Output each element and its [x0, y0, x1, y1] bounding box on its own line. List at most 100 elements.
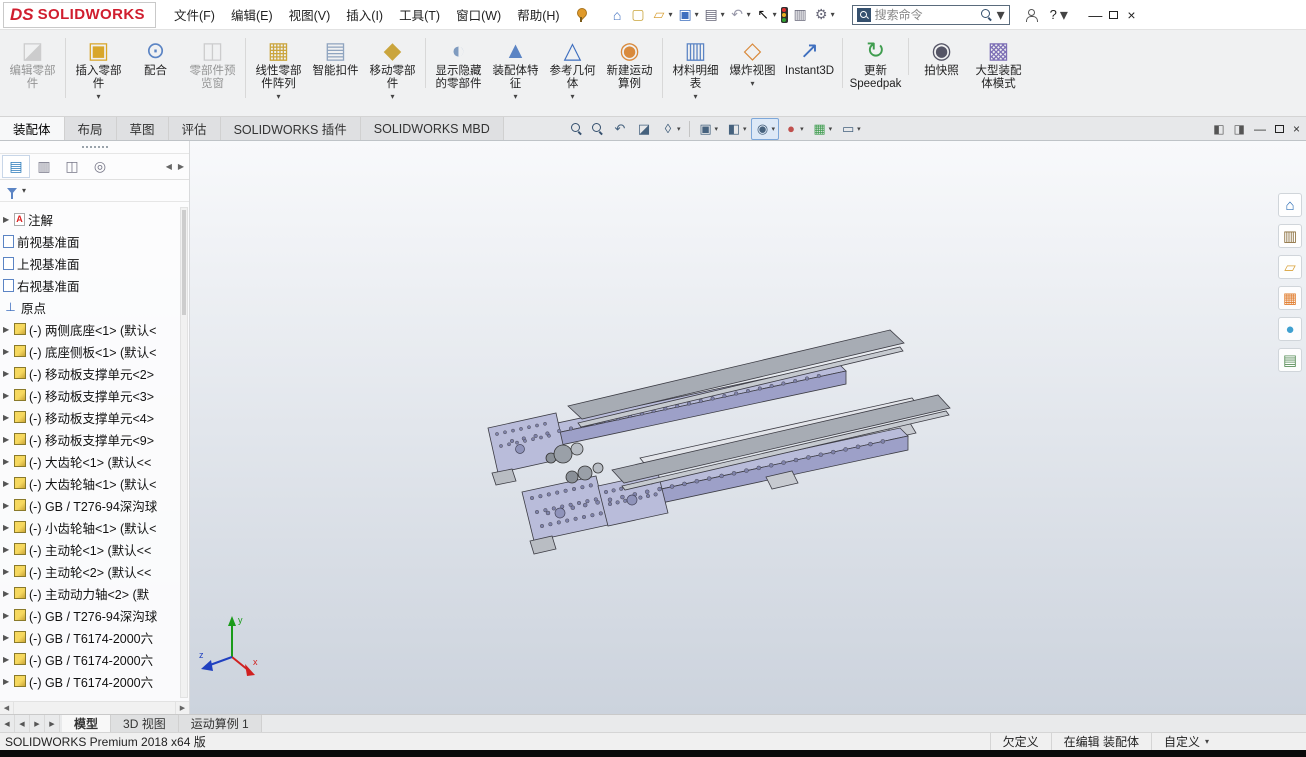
help-icon[interactable]: ? [1050, 7, 1057, 22]
tree-item[interactable]: (-) 移动板支撑单元<2> [0, 362, 179, 384]
panel-tab[interactable]: ◫ [58, 155, 86, 178]
quick-toolbar-button[interactable]: ▣ ▾ [676, 5, 700, 24]
ribbon-button[interactable]: ◐ 显示隐藏的零部件 ▾ [430, 32, 487, 94]
expand-arrow-icon[interactable] [3, 325, 14, 334]
command-search[interactable]: 搜索命令 ▾ [852, 5, 1010, 25]
view-tool-button[interactable]: ● ▾ [779, 118, 808, 140]
ribbon-button[interactable]: ▩ 大型装配体模式 ▾ [970, 32, 1027, 94]
ribbon-tab[interactable]: 草图 [117, 117, 169, 140]
ribbon-button[interactable]: ◪ 编辑零部件 ▾ [4, 32, 61, 94]
expand-arrow-icon[interactable] [3, 611, 14, 620]
view-tool-button[interactable]: ◉ ▾ [751, 118, 780, 140]
dropdown-arrow-icon[interactable]: ▾ [390, 92, 394, 101]
expand-arrow-icon[interactable] [3, 413, 14, 422]
view-tool-button[interactable]: ▦ ▾ [808, 118, 837, 140]
ribbon-tab[interactable]: 布局 [65, 117, 117, 140]
view-tool-button[interactable]: ▭ ▾ [836, 118, 865, 140]
dropdown-arrow-icon[interactable]: ▾ [829, 125, 833, 133]
tree-item[interactable]: (-) 移动板支撑单元<9> [0, 428, 179, 450]
document-window-button[interactable]: ◧ [1213, 122, 1224, 136]
tree-item[interactable]: (-) GB / T6174-2000六 [0, 648, 179, 670]
tree-item[interactable]: ⊥ 原点 [0, 296, 179, 318]
ribbon-tab[interactable]: 评估 [169, 117, 221, 140]
tree-item[interactable]: (-) 主动轮<1> (默认<< [0, 538, 179, 560]
tree-item[interactable]: (-) 移动板支撑单元<3> [0, 384, 179, 406]
tree-item[interactable]: (-) GB / T6174-2000六 [0, 626, 179, 648]
maximize-icon[interactable] [1109, 11, 1118, 19]
expand-arrow-icon[interactable] [3, 457, 14, 466]
dropdown-arrow-icon[interactable]: ▾ [695, 10, 699, 19]
tree-vertical-scrollbar[interactable] [180, 207, 188, 698]
menu-item[interactable]: 文件(F) [166, 5, 223, 24]
ribbon-button[interactable]: △ 参考几何体 ▾ [544, 32, 601, 104]
tree-item[interactable]: (-) GB / T6174-2000六 [0, 670, 179, 692]
quick-toolbar-button[interactable]: ⌂ ▾ [608, 5, 627, 24]
status-badge[interactable]: 欠定义 ▾ [990, 733, 1051, 750]
view-tool-button[interactable]: ▣ ▾ [694, 118, 723, 140]
document-tab[interactable]: 运动算例 1 [179, 715, 262, 732]
dropdown-arrow-icon[interactable]: ▾ [831, 10, 835, 19]
menu-item[interactable]: 工具(T) [391, 5, 448, 24]
dropdown-arrow-icon[interactable]: ▾ [276, 92, 280, 101]
dropdown-arrow-icon[interactable]: ▾ [669, 10, 673, 19]
task-pane-button[interactable]: ▱ [1278, 255, 1302, 279]
tree-item[interactable]: 右视基准面 [0, 274, 179, 296]
menu-item[interactable]: 插入(I) [338, 5, 391, 24]
document-window-button[interactable]: × [1293, 122, 1300, 136]
status-badge[interactable]: 自定义 ▾ [1151, 733, 1221, 750]
expand-arrow-icon[interactable] [3, 215, 14, 224]
dropdown-arrow-icon[interactable]: ▾ [800, 125, 804, 133]
ribbon-button[interactable]: ◫ 零部件预览窗 ▾ [184, 32, 241, 94]
minimize-icon[interactable]: — [1082, 1, 1109, 29]
dropdown-arrow-icon[interactable]: ▾ [22, 186, 26, 195]
expand-arrow-icon[interactable] [3, 523, 14, 532]
dropdown-arrow-icon[interactable]: ▾ [743, 125, 747, 133]
dropdown-arrow-icon[interactable]: ▾ [677, 125, 681, 133]
dropdown-arrow-icon[interactable]: ▾ [715, 125, 719, 133]
menu-item[interactable]: 窗口(W) [448, 5, 509, 24]
scrollbar-thumb[interactable] [182, 210, 186, 315]
view-tool-button[interactable]: ▾ [587, 119, 608, 138]
view-tool-button[interactable]: ◪ ▾ [632, 118, 656, 140]
ribbon-button[interactable]: ⊙ 配合 ▾ [127, 32, 184, 81]
chevron-right-icon[interactable]: ▶ [175, 162, 187, 171]
document-window-button[interactable] [1275, 125, 1284, 133]
dropdown-arrow-icon[interactable]: ▾ [513, 92, 517, 101]
status-badge[interactable]: 在编辑 装配体 ▾ [1051, 733, 1151, 750]
menu-item[interactable]: 帮助(H) [509, 5, 567, 24]
close-icon[interactable]: × [1118, 1, 1145, 29]
task-pane-button[interactable]: ● [1278, 317, 1302, 341]
expand-arrow-icon[interactable] [3, 369, 14, 378]
task-pane-button[interactable]: ⌂ [1278, 193, 1302, 217]
view-tool-button[interactable]: ▾ [566, 119, 587, 138]
tree-item[interactable]: (-) 主动动力轴<2> (默 [0, 582, 179, 604]
tree-horizontal-scrollbar[interactable]: ◀ ▶ [0, 701, 189, 714]
scroll-first-icon[interactable]: ◀ [0, 715, 15, 732]
dropdown-arrow-icon[interactable]: ▾ [1205, 737, 1209, 746]
task-pane-button[interactable]: ▥ [1278, 224, 1302, 248]
ribbon-tab[interactable]: 装配体 [0, 117, 65, 140]
view-tool-button[interactable]: ◊ ▾ [656, 118, 685, 140]
dropdown-arrow-icon[interactable]: ▾ [96, 92, 100, 101]
expand-arrow-icon[interactable] [3, 589, 14, 598]
tree-item[interactable]: (-) 底座侧板<1> (默认< [0, 340, 179, 362]
dropdown-arrow-icon[interactable]: ▾ [747, 10, 751, 19]
user-icon[interactable] [1024, 8, 1038, 22]
chevron-left-icon[interactable]: ◀ [163, 162, 175, 171]
pin-icon[interactable] [574, 6, 588, 23]
dropdown-arrow-icon[interactable]: ▾ [772, 125, 776, 133]
expand-arrow-icon[interactable] [3, 501, 14, 510]
dropdown-arrow-icon[interactable]: ▾ [773, 10, 777, 19]
panel-tab[interactable]: ▤ [2, 155, 30, 178]
tree-item[interactable]: (-) GB / T276-94深沟球 [0, 604, 179, 626]
expand-arrow-icon[interactable] [3, 545, 14, 554]
tree-filter[interactable]: ▾ [0, 180, 189, 202]
view-tool-button[interactable]: ◧ ▾ [722, 118, 751, 140]
panel-tab[interactable]: ▥ [30, 155, 58, 178]
tree-item[interactable]: (-) GB / T276-94深沟球 [0, 494, 179, 516]
dropdown-arrow-icon[interactable]: ▾ [693, 92, 697, 101]
dropdown-arrow-icon[interactable]: ▾ [721, 10, 725, 19]
quick-toolbar-button[interactable]: ↖ ▾ [754, 5, 778, 24]
tree-item[interactable]: 注解 [0, 208, 179, 230]
ribbon-button[interactable]: ▣ 插入零部件 ▾ [70, 32, 127, 104]
